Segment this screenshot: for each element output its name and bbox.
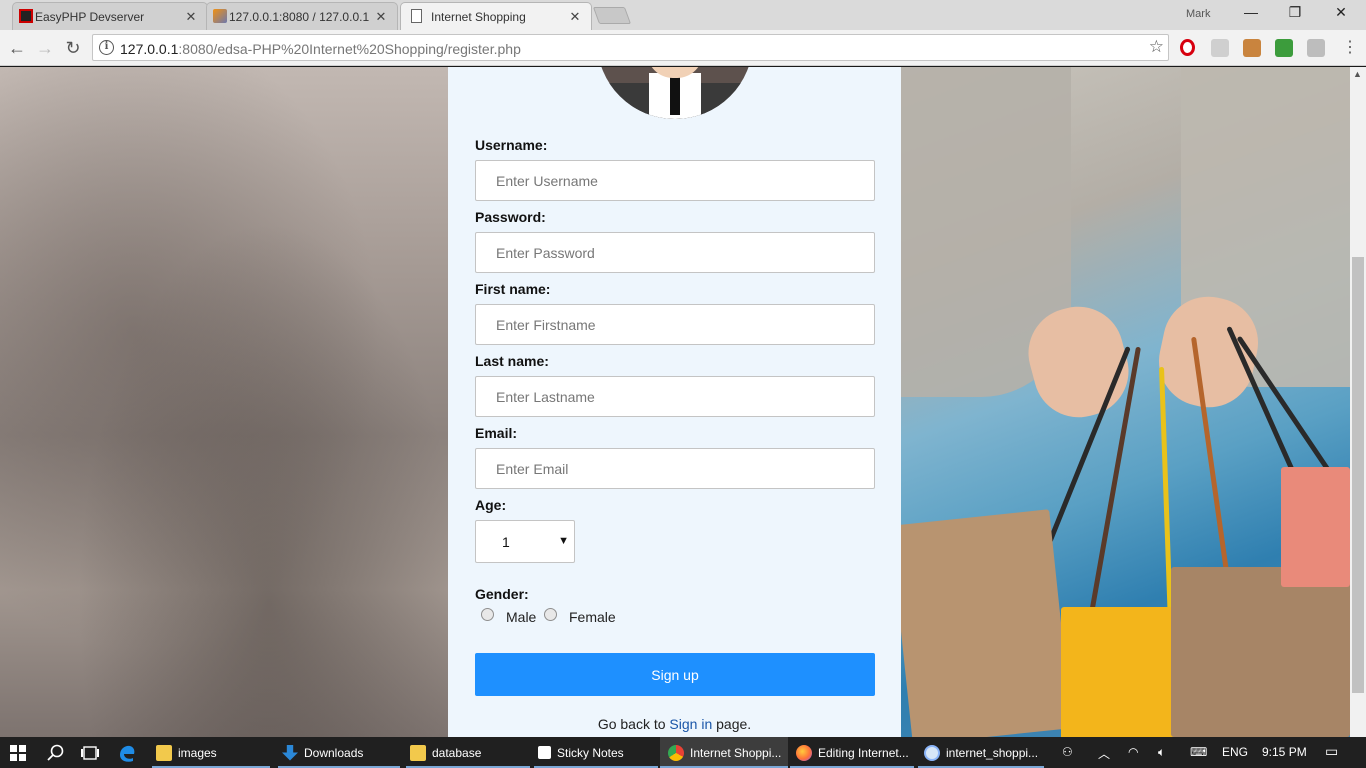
tab-phpmyadmin[interactable]: 127.0.0.1:8080 / 127.0.0.1 ✕ [206,2,398,30]
tab-strip: EasyPHP Devserver ✕ 127.0.0.1:8080 / 127… [0,0,1366,30]
signin-prompt: Go back to Sign in page. [597,716,752,732]
taskbar-item-firefox[interactable]: Editing Internet... [790,737,914,768]
close-icon[interactable]: ✕ [567,9,583,25]
username-label: Username: [475,137,548,153]
gender-male-label[interactable]: Male [506,609,536,625]
scroll-up-icon[interactable]: ▲ [1353,69,1362,79]
background-left-image [0,67,448,737]
address-bar[interactable]: i 127.0.0.1:8080/edsa-PHP%20Internet%20S… [92,34,1169,61]
url-text[interactable]: 127.0.0.1:8080/edsa-PHP%20Internet%20Sho… [120,41,521,57]
avatar [597,67,753,119]
tab-title: Internet Shopping [431,9,526,24]
gender-female-radio[interactable] [544,608,557,621]
tab-internet-shopping[interactable]: Internet Shopping ✕ [400,2,592,30]
age-selected-value: 1 [502,534,510,550]
scroll-thumb[interactable] [1352,257,1364,693]
username-input[interactable] [475,160,875,201]
profile-name[interactable]: Mark [1186,8,1210,20]
firstname-label: First name: [475,281,551,297]
chevron-up-icon[interactable]: ︿ [1098,745,1110,762]
info-icon[interactable]: i [99,40,114,55]
tab-easyphp[interactable]: EasyPHP Devserver ✕ [12,2,208,30]
paint-icon [924,744,940,761]
reload-button[interactable]: ↻ [61,36,85,60]
new-tab-button[interactable] [592,7,632,24]
page-viewport: Username: Password: First name: Last nam… [0,67,1350,737]
bookmark-star-icon[interactable]: ☆ [1149,37,1164,57]
lastname-label: Last name: [475,353,549,369]
forward-button[interactable]: → [33,36,57,60]
taskbar-item-paint[interactable]: internet_shoppi... [918,737,1044,768]
extension-icon[interactable] [1275,39,1293,57]
taskbar-item-downloads[interactable]: Downloads [278,737,400,768]
opera-icon[interactable] [1180,39,1195,56]
register-card: Username: Password: First name: Last nam… [448,67,901,737]
email-label: Email: [475,425,518,441]
gender-label: Gender: [475,586,529,602]
taskbar-item-images[interactable]: images [152,737,270,768]
tab-title: 127.0.0.1:8080 / 127.0.0.1 [229,9,370,24]
phpmyadmin-icon [213,9,227,23]
chrome-icon [668,744,684,761]
wifi-icon[interactable]: ◠ [1128,745,1138,759]
shopping-bags-image [889,67,1350,737]
signup-button[interactable]: Sign up [475,653,875,696]
easyphp-icon [19,9,33,23]
firefox-icon [796,744,812,761]
extension-icon[interactable] [1307,39,1325,57]
windows-start-icon[interactable] [10,745,26,761]
signin-link[interactable]: Sign in [669,716,712,732]
password-label: Password: [475,209,546,225]
gender-female-label[interactable]: Female [569,609,616,625]
action-center-icon[interactable]: ▭ [1325,743,1338,760]
firstname-input[interactable] [475,304,875,345]
folder-icon [410,744,426,761]
edge-icon[interactable] [117,743,137,763]
taskbar-item-sticky-notes[interactable]: Sticky Notes [534,737,658,768]
password-input[interactable] [475,232,875,273]
back-button[interactable]: ← [5,36,29,60]
gender-male-radio[interactable] [481,608,494,621]
taskbar-item-database[interactable]: database [406,737,530,768]
sticky-notes-icon [538,746,551,759]
email-input[interactable] [475,448,875,489]
tab-title: EasyPHP Devserver [35,9,145,24]
age-label: Age: [475,497,507,513]
people-icon[interactable]: ⚇ [1062,745,1073,759]
minimize-button[interactable]: — [1236,4,1266,24]
folder-icon [156,744,172,761]
language-indicator[interactable]: ENG [1222,745,1248,759]
lastname-input[interactable] [475,376,875,417]
download-icon [282,744,298,761]
search-icon[interactable] [46,743,66,763]
window-close-button[interactable]: ✕ [1326,4,1356,24]
close-icon[interactable]: ✕ [183,9,199,25]
age-select[interactable]: 1 ▼ [475,520,575,563]
volume-icon[interactable]: 🔈︎ [1158,745,1165,760]
dropdown-arrow-icon: ▼ [558,535,569,547]
extension-icon[interactable] [1243,39,1261,57]
clock[interactable]: 9:15 PM [1262,745,1307,759]
task-view-icon[interactable] [80,743,100,763]
taskbar-item-chrome[interactable]: Internet Shoppi... [660,737,788,768]
extension-icon[interactable] [1211,39,1229,57]
windows-taskbar: images Downloads database Sticky Notes I… [0,737,1366,768]
document-icon [411,9,422,23]
input-method-icon[interactable]: ⌨︎ [1190,745,1207,759]
page-scrollbar[interactable]: ▲ [1350,67,1366,737]
maximize-button[interactable]: ❐ [1280,4,1310,24]
menu-icon[interactable]: ⋮ [1338,36,1362,60]
close-icon[interactable]: ✕ [373,9,389,25]
browser-toolbar: ← → ↻ i 127.0.0.1:8080/edsa-PHP%20Intern… [0,30,1366,66]
